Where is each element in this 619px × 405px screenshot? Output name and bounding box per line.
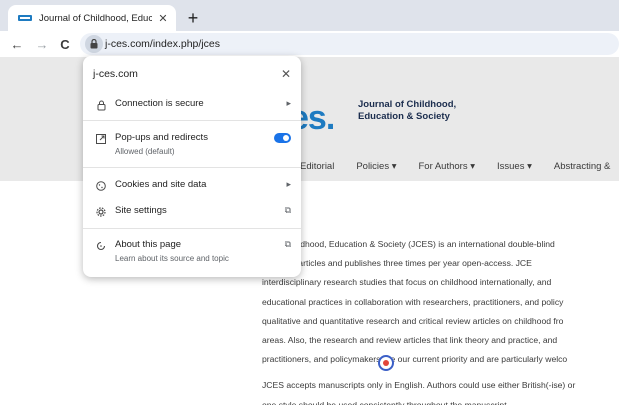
- article-line: interdisciplinary research studies that …: [262, 277, 552, 288]
- nav-abstracting[interactable]: Abstracting &: [554, 161, 611, 172]
- address-bar[interactable]: j-ces.com/index.php/jces: [80, 33, 619, 55]
- browser-tab[interactable]: Journal of Childhood, Educatio ✕: [8, 5, 176, 31]
- cookies-label: Cookies and site data: [115, 179, 207, 190]
- cursor-indicator-icon: [378, 355, 394, 371]
- site-settings-label: Site settings: [115, 205, 167, 216]
- tab-close-icon[interactable]: ✕: [156, 11, 170, 25]
- article-line: qualitative and quantitative research an…: [262, 315, 564, 326]
- popup-window-icon: [93, 132, 109, 146]
- external-link-icon: ⧉: [284, 205, 291, 215]
- external-link-icon: ⧉: [284, 239, 291, 249]
- divider: [83, 228, 301, 229]
- lock-icon: [90, 39, 98, 49]
- article-line: areas. Also, the research and review art…: [262, 335, 558, 346]
- connection-row[interactable]: Connection is secure ▸: [93, 98, 291, 112]
- back-button[interactable]: ←: [8, 34, 26, 54]
- popups-label: Pop-ups and redirects: [115, 132, 208, 143]
- article-line: JCES accepts manuscripts only in English…: [262, 380, 576, 391]
- cookies-row[interactable]: Cookies and site data ▸: [93, 179, 291, 193]
- forward-button[interactable]: →: [33, 34, 51, 54]
- divider: [83, 120, 301, 121]
- chevron-right-icon: ▸: [286, 179, 291, 189]
- browser-toolbar: ← → C j-ces.com/index.php/jces: [0, 31, 619, 57]
- nav-issues[interactable]: Issues ▾: [497, 161, 532, 172]
- article-line: al review articles and publishes three t…: [262, 258, 532, 269]
- lock-icon: [93, 98, 109, 112]
- divider: [83, 167, 301, 168]
- article-line: practitioners, and policymakers are our …: [262, 354, 568, 365]
- reload-button[interactable]: C: [56, 34, 74, 54]
- about-page-icon: [93, 239, 109, 253]
- new-tab-button[interactable]: +: [183, 8, 203, 28]
- article-line: educational practices in collaboration w…: [262, 296, 564, 307]
- logo-line-1: Journal of Childhood,: [358, 99, 457, 110]
- popup-domain: j-ces.com: [93, 68, 138, 80]
- connection-label: Connection is secure: [115, 98, 204, 109]
- site-info-button[interactable]: [85, 35, 103, 53]
- url-text[interactable]: j-ces.com/index.php/jces: [105, 38, 220, 50]
- site-nav: Editorial Policies ▾ For Authors ▾ Issue…: [300, 161, 619, 172]
- logo-line-2: Education & Society: [358, 111, 450, 122]
- about-page-label: About this page: [115, 239, 182, 250]
- cookie-icon: [93, 179, 109, 193]
- popups-toggle[interactable]: [274, 133, 291, 143]
- site-info-popup: j-ces.com ✕ Connection is secure ▸ Pop-u…: [83, 56, 301, 277]
- about-page-row[interactable]: About this page Learn about its source a…: [93, 239, 291, 264]
- nav-editorial[interactable]: Editorial: [300, 161, 334, 172]
- chevron-right-icon: ▸: [286, 98, 291, 108]
- popups-status: Allowed (default): [115, 147, 175, 156]
- tab-title: Journal of Childhood, Educatio: [39, 12, 152, 24]
- gear-icon: [93, 205, 109, 219]
- about-page-sub: Learn about its source and topic: [115, 254, 229, 263]
- site-logo-text: Journal of Childhood, Education & Societ…: [358, 99, 456, 123]
- jces-favicon-icon: [18, 13, 32, 23]
- article-line: nal of Childhood, Education & Society (J…: [262, 239, 555, 249]
- nav-for-authors[interactable]: For Authors ▾: [418, 161, 475, 172]
- popups-row: Pop-ups and redirects Allowed (default): [93, 132, 291, 157]
- tab-strip: Journal of Childhood, Educatio ✕ +: [0, 0, 619, 31]
- article-line: one style should be used consistently th…: [262, 399, 509, 405]
- popup-close-icon[interactable]: ✕: [281, 67, 291, 81]
- site-settings-row[interactable]: Site settings ⧉: [93, 205, 291, 219]
- article-body: nal of Childhood, Education & Society (J…: [262, 235, 619, 405]
- nav-policies[interactable]: Policies ▾: [356, 161, 396, 172]
